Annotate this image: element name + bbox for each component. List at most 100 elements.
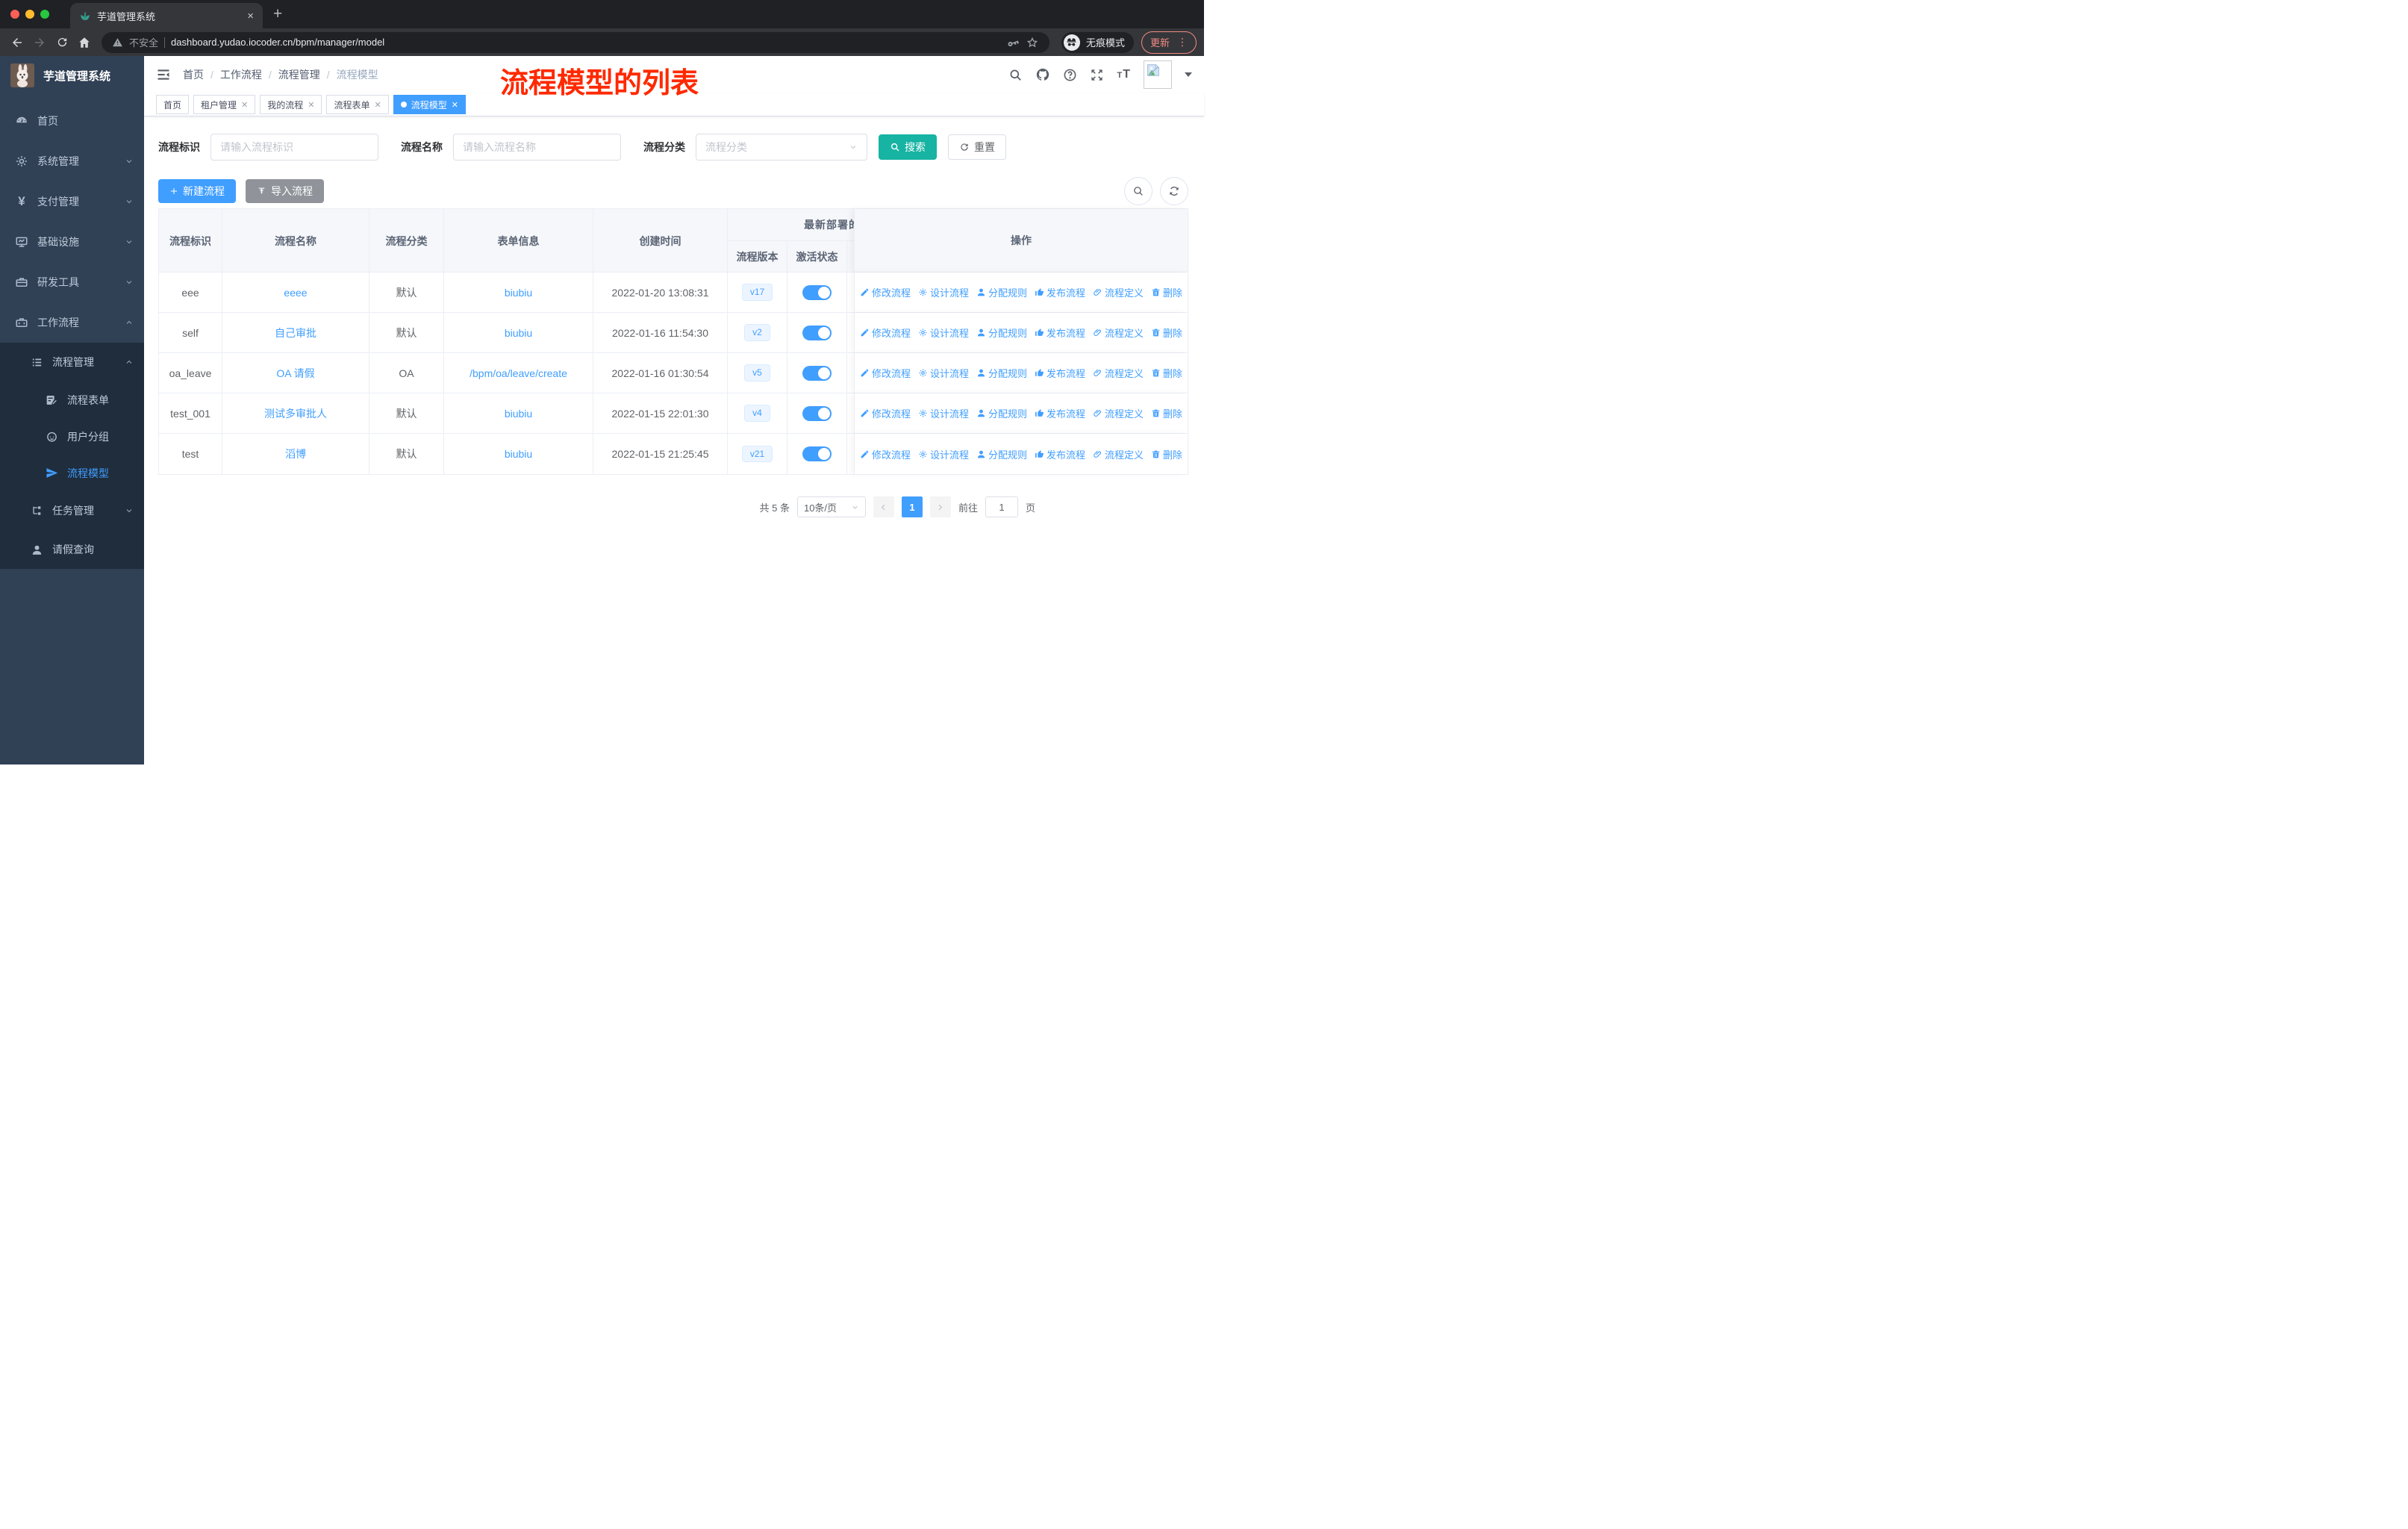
model-name-link[interactable]: 自己审批 xyxy=(275,326,316,340)
breadcrumb-home[interactable]: 首页 xyxy=(183,67,204,82)
process-definition-link[interactable]: 流程定义 xyxy=(1093,366,1144,380)
process-definition-link[interactable]: 流程定义 xyxy=(1093,285,1144,299)
home-icon[interactable] xyxy=(75,33,94,52)
font-size-icon[interactable]: TT xyxy=(1117,68,1131,81)
hamburger-icon[interactable] xyxy=(156,67,171,82)
sidebar-item-workflow[interactable]: 工作流程 xyxy=(0,302,144,343)
sidebar-item-payment[interactable]: ¥ 支付管理 xyxy=(0,181,144,222)
update-label[interactable]: 更新 xyxy=(1150,35,1170,49)
form-info-link[interactable]: biubiu xyxy=(505,408,532,420)
sidebar-item-system[interactable]: 系统管理 xyxy=(0,141,144,181)
browser-tab[interactable]: 芋道管理系统 × xyxy=(70,3,263,28)
publish-process-link[interactable]: 发布流程 xyxy=(1035,447,1085,461)
page-size-select[interactable]: 10条/页 xyxy=(796,496,866,517)
import-process-button[interactable]: 导入流程 xyxy=(246,179,324,203)
github-icon[interactable] xyxy=(1035,67,1050,82)
delete-link[interactable]: 删除 xyxy=(1151,406,1182,420)
fullscreen-icon[interactable] xyxy=(1090,68,1104,82)
edit-process-link[interactable]: 修改流程 xyxy=(860,366,911,380)
process-definition-link[interactable]: 流程定义 xyxy=(1093,447,1144,461)
edit-process-link[interactable]: 修改流程 xyxy=(860,326,911,340)
model-name-link[interactable]: eeee xyxy=(284,287,307,299)
page-number-1[interactable]: 1 xyxy=(901,496,923,517)
sidebar-item-task-mgmt[interactable]: 任务管理 xyxy=(0,491,144,530)
search-icon[interactable] xyxy=(1008,68,1023,82)
tag-close-icon[interactable]: ✕ xyxy=(241,100,248,110)
process-category-select[interactable]: 流程分类 xyxy=(696,134,867,161)
delete-link[interactable]: 删除 xyxy=(1151,447,1182,461)
reset-button[interactable]: 重置 xyxy=(948,134,1006,160)
sidebar-item-user-group[interactable]: 用户分组 xyxy=(0,418,144,455)
process-id-input[interactable] xyxy=(210,134,378,161)
breadcrumb-workflow[interactable]: 工作流程 xyxy=(220,67,262,82)
search-button[interactable]: 搜索 xyxy=(879,134,937,160)
design-process-link[interactable]: 设计流程 xyxy=(918,326,969,340)
form-info-link[interactable]: biubiu xyxy=(505,448,532,460)
process-definition-link[interactable]: 流程定义 xyxy=(1093,326,1144,340)
assign-rule-link[interactable]: 分配规则 xyxy=(976,326,1027,340)
process-definition-link[interactable]: 流程定义 xyxy=(1093,406,1144,420)
active-toggle[interactable] xyxy=(802,365,832,381)
model-name-link[interactable]: 滔博 xyxy=(285,446,306,461)
tab-close-icon[interactable]: × xyxy=(247,10,254,22)
publish-process-link[interactable]: 发布流程 xyxy=(1035,326,1085,340)
forward-icon[interactable] xyxy=(30,33,49,52)
design-process-link[interactable]: 设计流程 xyxy=(918,366,969,380)
edit-process-link[interactable]: 修改流程 xyxy=(860,406,911,420)
create-process-button[interactable]: 新建流程 xyxy=(158,179,236,203)
tag-close-icon[interactable]: ✕ xyxy=(308,100,314,110)
form-info-link[interactable]: /bpm/oa/leave/create xyxy=(470,367,567,379)
assign-rule-link[interactable]: 分配规则 xyxy=(976,366,1027,380)
delete-link[interactable]: 删除 xyxy=(1151,285,1182,299)
refresh-button[interactable] xyxy=(1160,177,1188,205)
version-badge[interactable]: v21 xyxy=(741,445,773,463)
publish-process-link[interactable]: 发布流程 xyxy=(1035,366,1085,380)
sidebar-item-leave-query[interactable]: 请假查询 xyxy=(0,530,144,569)
browser-menu-dots-icon[interactable]: ⋮ xyxy=(1177,36,1188,49)
active-toggle[interactable] xyxy=(802,325,832,340)
prev-page-button[interactable] xyxy=(873,496,894,517)
tag-tenant[interactable]: 租户管理 ✕ xyxy=(193,95,256,114)
version-badge[interactable]: v2 xyxy=(744,324,770,341)
window-zoom-button[interactable] xyxy=(40,10,49,19)
publish-process-link[interactable]: 发布流程 xyxy=(1035,406,1085,420)
tag-process-model[interactable]: 流程模型 ✕ xyxy=(393,95,466,114)
bookmark-star-icon[interactable] xyxy=(1026,36,1039,49)
form-info-link[interactable]: biubiu xyxy=(505,327,532,339)
back-icon[interactable] xyxy=(7,33,27,52)
design-process-link[interactable]: 设计流程 xyxy=(918,285,969,299)
sidebar-item-process-mgmt[interactable]: 流程管理 xyxy=(0,343,144,382)
tag-home[interactable]: 首页 xyxy=(156,95,190,114)
edit-process-link[interactable]: 修改流程 xyxy=(860,447,911,461)
tag-process-form[interactable]: 流程表单 ✕ xyxy=(326,95,389,114)
new-tab-button[interactable]: + xyxy=(273,5,282,23)
avatar[interactable] xyxy=(1144,60,1172,89)
sidebar-item-home[interactable]: 首页 xyxy=(0,101,144,141)
breadcrumb-process-mgmt[interactable]: 流程管理 xyxy=(278,67,320,82)
active-toggle[interactable] xyxy=(802,405,832,421)
active-toggle[interactable] xyxy=(802,284,832,300)
url-text[interactable]: dashboard.yudao.iocoder.cn/bpm/manager/m… xyxy=(171,37,1000,48)
sidebar-item-devtools[interactable]: 研发工具 xyxy=(0,262,144,302)
tag-close-icon[interactable]: ✕ xyxy=(452,100,458,110)
sidebar-item-infra[interactable]: 基础设施 xyxy=(0,222,144,262)
assign-rule-link[interactable]: 分配规则 xyxy=(976,447,1027,461)
window-minimize-button[interactable] xyxy=(25,10,34,19)
password-key-icon[interactable] xyxy=(1006,36,1020,49)
edit-process-link[interactable]: 修改流程 xyxy=(860,285,911,299)
window-close-button[interactable] xyxy=(10,10,19,19)
avatar-caret-icon[interactable] xyxy=(1185,72,1192,77)
reload-icon[interactable] xyxy=(52,33,72,52)
assign-rule-link[interactable]: 分配规则 xyxy=(976,285,1027,299)
version-badge[interactable]: v17 xyxy=(741,284,773,301)
publish-process-link[interactable]: 发布流程 xyxy=(1035,285,1085,299)
tag-my-process[interactable]: 我的流程 ✕ xyxy=(260,95,322,114)
design-process-link[interactable]: 设计流程 xyxy=(918,406,969,420)
not-secure-warning-icon[interactable] xyxy=(112,37,123,48)
active-toggle[interactable] xyxy=(802,446,832,461)
model-name-link[interactable]: 测试多审批人 xyxy=(264,406,327,421)
version-badge[interactable]: v5 xyxy=(744,364,770,382)
tag-close-icon[interactable]: ✕ xyxy=(375,100,381,110)
update-chip[interactable]: 更新 ⋮ xyxy=(1141,31,1197,54)
sidebar-item-process-form[interactable]: 流程表单 xyxy=(0,382,144,418)
